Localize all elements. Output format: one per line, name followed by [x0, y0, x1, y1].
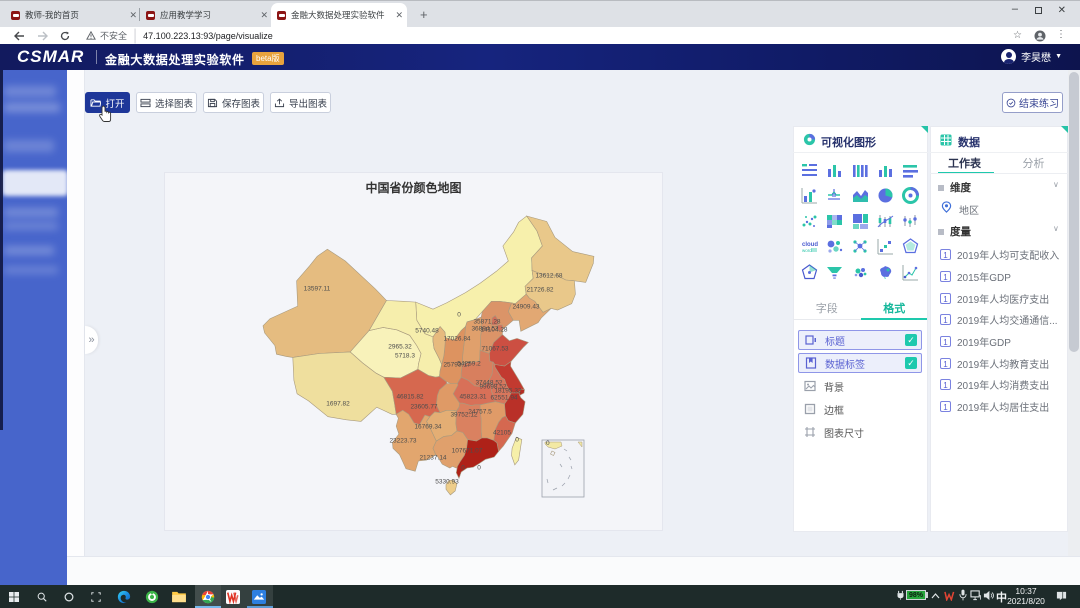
svg-text:16769.34: 16769.34: [414, 424, 441, 431]
svg-text:18195.32: 18195.32: [494, 388, 521, 395]
svg-text:5718.3: 5718.3: [395, 353, 415, 360]
svg-text:45823.31: 45823.31: [459, 394, 486, 401]
svg-text:25793.17: 25793.17: [443, 362, 470, 369]
svg-text:21726.82: 21726.82: [526, 287, 553, 294]
svg-text:0: 0: [457, 312, 461, 319]
svg-text:14104.28: 14104.28: [480, 327, 507, 334]
svg-text:62551.94: 62551.94: [490, 395, 517, 402]
svg-text:0: 0: [546, 440, 550, 447]
svg-text:13597.11: 13597.11: [304, 286, 331, 293]
svg-text:21237.14: 21237.14: [419, 455, 446, 462]
svg-text:2965.32: 2965.32: [388, 344, 412, 351]
svg-text:24757.5: 24757.5: [468, 409, 492, 416]
svg-text:42105: 42105: [493, 430, 511, 437]
svg-text:71067.53: 71067.53: [481, 346, 508, 353]
svg-text:0: 0: [461, 465, 465, 472]
svg-text:17026.84: 17026.84: [443, 336, 470, 343]
svg-text:13612.68: 13612.68: [535, 273, 562, 280]
svg-text:24909.43: 24909.43: [512, 304, 539, 311]
svg-text:0: 0: [477, 465, 481, 472]
svg-text:0: 0: [515, 437, 519, 444]
svg-text:23605.77: 23605.77: [410, 404, 437, 411]
svg-text:word: word: [802, 248, 812, 253]
svg-text:23223.73: 23223.73: [389, 438, 416, 445]
svg-text:46815.82: 46815.82: [396, 394, 423, 401]
svg-text:107671.07: 107671.07: [452, 448, 483, 455]
svg-text:1697.82: 1697.82: [326, 401, 350, 408]
svg-text:5740.48: 5740.48: [415, 328, 439, 335]
svg-text:35871.28: 35871.28: [473, 319, 500, 326]
svg-text:5330.93: 5330.93: [435, 479, 459, 486]
